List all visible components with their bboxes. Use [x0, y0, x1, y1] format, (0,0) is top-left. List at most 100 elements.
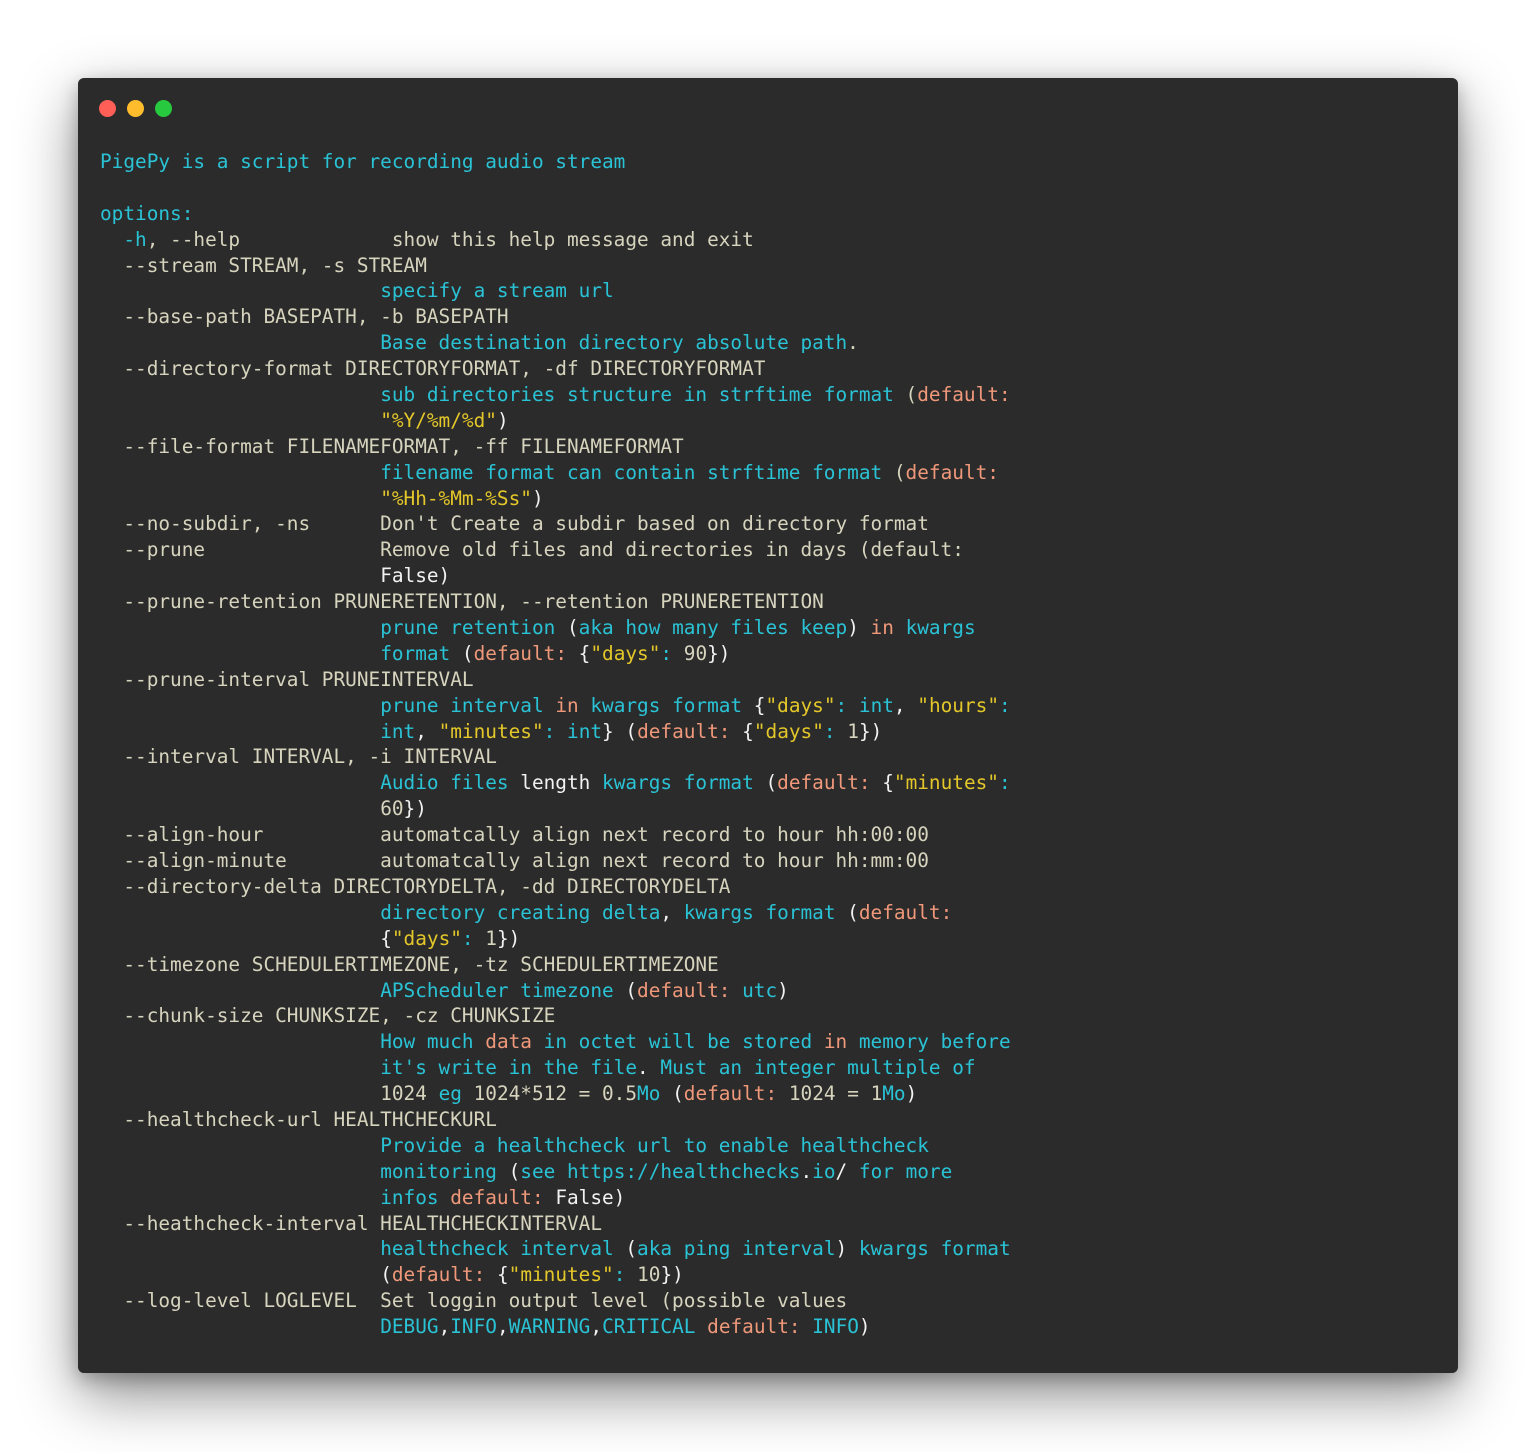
terminal-text: {: [380, 926, 392, 950]
terminal-text: --prune-interval PRUNEINTERVAL: [100, 667, 474, 691]
terminal-line: 1024 eg 1024*512 = 0.5Mo (default: 1024 …: [100, 1081, 1011, 1107]
terminal-text: :: [999, 693, 1011, 717]
terminal-window: PigePy is a script for recording audio s…: [78, 78, 1458, 1373]
terminal-text: PigePy is a script for recording audio s…: [100, 150, 626, 173]
terminal-line: --log-level LOGLEVEL Set loggin output l…: [100, 1288, 1011, 1314]
close-dot-icon[interactable]: [99, 100, 116, 117]
terminal-text: int: [380, 719, 416, 743]
terminal-text: {: [730, 719, 754, 743]
terminal-line: --directory-delta DIRECTORYDELTA, -dd DI…: [100, 874, 1011, 900]
minimize-dot-icon[interactable]: [127, 100, 144, 117]
terminal-text: "days": [765, 693, 836, 717]
terminal-text: "%Y/%m/%d": [380, 408, 497, 432]
terminal-text: show this help message and exit: [391, 227, 754, 251]
terminal-text: data: [473, 1030, 532, 1054]
terminal-text: Mo: [882, 1082, 906, 1106]
terminal-text: ,: [590, 1315, 603, 1339]
terminal-text: "minutes": [508, 1263, 614, 1287]
terminal-line: monitoring (see https://healthchecks.io/…: [100, 1159, 1011, 1185]
terminal-text: --align-minute automatcally align next r…: [100, 849, 929, 873]
terminal-line: sub directories structure in strftime fo…: [100, 382, 1011, 408]
terminal-text: (: [613, 978, 638, 1002]
terminal-line: How much data in octet will be stored in…: [100, 1029, 1011, 1055]
terminal-text: --heathcheck-interval HEALTHCHECKINTERVA…: [100, 1211, 602, 1235]
terminal-text: :: [823, 719, 848, 743]
terminal-text: 90: [683, 641, 708, 665]
terminal-line: int, "minutes": int} (default: {"days": …: [100, 719, 1011, 745]
terminal-line: Audio files length kwargs format (defaul…: [100, 770, 1011, 796]
terminal-text: }): [496, 926, 521, 950]
terminal-text: "days": [391, 926, 462, 950]
terminal-text: -h: [100, 227, 147, 251]
terminal-text: ,: [660, 900, 684, 924]
terminal-text: Provide a healthcheck url to enable heal…: [380, 1133, 929, 1157]
terminal-text: --file-format FILENAMEFORMAT, -ff FILENA…: [100, 434, 684, 458]
terminal-text: default:: [858, 900, 953, 924]
terminal-text: :: [543, 719, 568, 743]
terminal-text: (: [380, 1263, 392, 1287]
terminal-text: prune interval: [380, 693, 544, 717]
terminal-text: ): [858, 1315, 871, 1339]
terminal-text: --base-path BASEPATH, -b BASEPATH: [100, 305, 509, 329]
terminal-text: ,: [893, 693, 918, 717]
terminal-text: it's write in the file: [380, 1056, 638, 1080]
terminal-text: kwargs format: [602, 771, 754, 795]
terminal-text: prune retention: [380, 616, 556, 640]
terminal-text: "days": [590, 641, 661, 665]
terminal-text: , --help: [146, 227, 392, 251]
terminal-line: --healthcheck-url HEALTHCHECKURL: [100, 1107, 1011, 1133]
terminal-text: default:: [905, 460, 999, 484]
terminal-text: (: [613, 1237, 638, 1261]
terminal-line: --align-minute automatcally align next r…: [100, 848, 1011, 874]
terminal-line: Provide a healthcheck url to enable heal…: [100, 1133, 1011, 1159]
terminal-text: Base destination directory absolute path: [380, 331, 848, 355]
terminal-text: for more: [858, 1159, 953, 1183]
terminal-text: ): [847, 616, 871, 640]
terminal-text: --align-hour automatcally align next rec…: [100, 823, 929, 847]
terminal-text: in: [870, 616, 894, 640]
terminal-text: {: [567, 641, 591, 665]
terminal-text: /: [835, 1159, 859, 1183]
terminal-line: "%Y/%m/%d"): [100, 408, 1011, 434]
maximize-dot-icon[interactable]: [155, 100, 172, 117]
terminal-text: ): [905, 1082, 918, 1106]
terminal-line: --prune-interval PRUNEINTERVAL: [100, 667, 1011, 693]
terminal-line: specify a stream url: [100, 278, 1011, 304]
terminal-text: :: [660, 641, 684, 665]
terminal-text: --interval INTERVAL, -i INTERVAL: [100, 745, 497, 769]
terminal-text: ): [835, 1237, 859, 1261]
terminal-text: aka how many files keep: [578, 616, 848, 640]
terminal-text: directory creating delta: [380, 900, 661, 924]
terminal-text: False): [543, 1185, 626, 1209]
terminal-text: (: [882, 460, 906, 484]
terminal-text: Mo: [637, 1082, 661, 1106]
terminal-text: kwargs format: [683, 900, 836, 924]
terminal-text: specify a stream url: [380, 279, 614, 303]
terminal-text: see https://healthchecks: [520, 1159, 801, 1183]
terminal-text: APScheduler timezone: [380, 978, 614, 1002]
terminal-text: utc: [730, 978, 778, 1002]
terminal-text: --timezone SCHEDULERTIMEZONE, -tz SCHEDU…: [100, 952, 719, 976]
terminal-text: } (: [602, 719, 638, 743]
terminal-line: format (default: {"days": 90}): [100, 641, 1011, 667]
terminal-text: "minutes": [893, 771, 999, 795]
terminal-text: 10: [637, 1263, 661, 1287]
terminal-text: aka ping interval: [637, 1237, 836, 1261]
terminal-line: Base destination directory absolute path…: [100, 330, 1011, 356]
terminal-text: memory before: [847, 1030, 1011, 1054]
terminal-text: {: [742, 693, 766, 717]
terminal-text: default:: [637, 978, 731, 1002]
terminal-text: --chunk-size CHUNKSIZE, -cz CHUNKSIZE: [100, 1004, 556, 1028]
terminal-text: ,: [415, 719, 439, 743]
terminal-text: kwargs: [893, 616, 976, 640]
terminal-line: filename format can contain strftime for…: [100, 460, 1011, 486]
